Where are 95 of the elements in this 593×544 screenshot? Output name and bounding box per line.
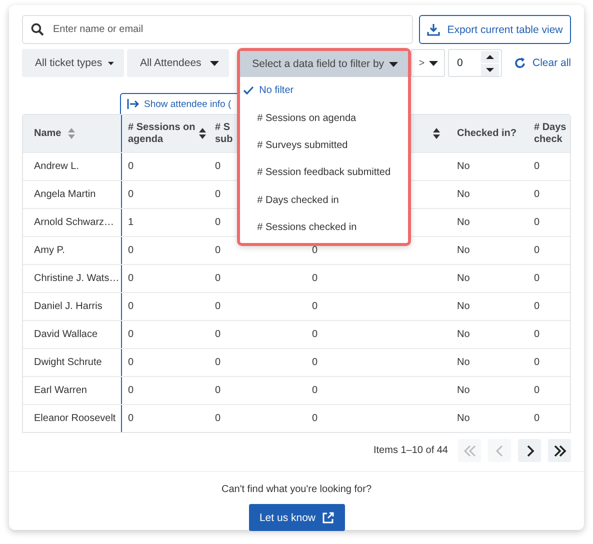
table-cell: 0 — [128, 189, 134, 200]
table-cell: 0 — [215, 357, 221, 368]
last-page-button[interactable] — [548, 439, 571, 462]
help-question: Can't find what you're looking for? — [221, 484, 372, 495]
table-cell: 0 — [215, 217, 221, 228]
field-filter-dropdown[interactable]: Select a data field to filter by — [240, 51, 408, 77]
table-cell: 0 — [312, 413, 318, 424]
table-cell: Earl Warren — [34, 385, 87, 396]
menu-option[interactable]: # Sessions checked in — [240, 214, 408, 242]
table-cell: Angela Martin — [34, 189, 96, 200]
menu-option[interactable]: # Days checked in — [240, 186, 408, 214]
table-cell: No — [457, 189, 470, 200]
table-cell: 0 — [128, 329, 134, 340]
table-cell: No — [457, 301, 470, 312]
arrow-to-bar-icon — [127, 99, 139, 109]
caret-icon — [108, 60, 114, 66]
table-cell: 1 — [128, 217, 134, 228]
table-cell: 0 — [312, 245, 318, 256]
menu-option[interactable]: # Session feedback submitted — [240, 159, 408, 187]
table-cell: No — [457, 385, 470, 396]
table-cell: 0 — [534, 189, 540, 200]
table-cell: 0 — [534, 329, 540, 340]
pagination-summary: Items 1–10 of 44 — [374, 445, 448, 456]
clear-all-link[interactable]: Clear all — [514, 57, 571, 69]
table-cell: Andrew L. — [34, 161, 80, 172]
table-cell: 0 — [128, 413, 134, 424]
search-field[interactable]: Enter name or email — [22, 15, 413, 44]
table-cell: No — [457, 217, 470, 228]
table-cell: 0 — [215, 301, 221, 312]
menu-option[interactable]: # Surveys submitted — [240, 132, 408, 160]
table-cell: No — [457, 245, 470, 256]
next-page-button[interactable] — [518, 439, 541, 462]
table-cell: No — [457, 357, 470, 368]
external-link-icon — [322, 512, 334, 524]
table-cell: 0 — [534, 273, 540, 284]
column-label: Name — [34, 128, 62, 140]
table-cell: Arnold Schwarz… — [34, 217, 114, 228]
table-cell: 0 — [128, 273, 134, 284]
table-cell: 0 — [215, 413, 221, 424]
table-cell: 0 — [128, 301, 134, 312]
table-cell: Eleanor Roosevelt — [34, 413, 116, 424]
table-cell: No — [457, 329, 470, 340]
table-cell: 0 — [312, 301, 318, 312]
sort-icon[interactable] — [199, 128, 206, 139]
caret-icon — [210, 60, 220, 66]
table-cell: 0 — [312, 273, 318, 284]
column-label: # Sessions on agenda — [128, 122, 196, 146]
export-button[interactable]: Export current table view — [419, 15, 571, 44]
double-chevron-icon — [462, 444, 476, 456]
operator-dropdown[interactable]: > — [411, 49, 445, 77]
decrement-icon[interactable] — [481, 64, 500, 76]
table-cell: 0 — [128, 161, 134, 172]
search-icon — [31, 23, 44, 36]
let-us-know-button[interactable]: Let us know — [248, 504, 344, 531]
table-cell: No — [457, 413, 470, 424]
check-icon — [243, 86, 254, 96]
increment-icon[interactable] — [481, 50, 500, 62]
refresh-icon — [514, 57, 526, 69]
double-chevron-icon — [552, 444, 566, 456]
filter-dropdown[interactable]: All ticket types — [22, 49, 124, 77]
table-cell: 0 — [128, 385, 134, 396]
table-cell: 0 — [534, 357, 540, 368]
table-cell: 0 — [215, 385, 221, 396]
table-cell: 0 — [534, 301, 540, 312]
number-field[interactable]: 0 — [448, 49, 502, 77]
table-cell: 0 — [215, 189, 221, 200]
caret-icon — [389, 62, 398, 66]
table-cell: 0 — [312, 357, 318, 368]
table-cell: 0 — [534, 413, 540, 424]
table-cell: 0 — [312, 329, 318, 340]
table-cell: 0 — [215, 329, 221, 340]
table-cell: 0 — [534, 217, 540, 228]
table-cell: 0 — [215, 245, 221, 256]
table-cell: David Wallace — [34, 329, 98, 340]
download-icon — [427, 23, 440, 36]
table-cell: No — [457, 273, 470, 284]
table-cell: Christine J. Wats… — [34, 273, 120, 284]
table-cell: No — [457, 161, 470, 172]
column-label: Checked in? — [457, 128, 516, 140]
sort-icon[interactable] — [433, 128, 440, 139]
table-cell: Daniel J. Harris — [34, 301, 102, 312]
table-cell: 0 — [128, 245, 134, 256]
column-label: # S sub — [215, 122, 233, 146]
table-cell: 0 — [534, 245, 540, 256]
caret-icon — [428, 60, 438, 66]
table-cell: 0 — [128, 357, 134, 368]
table-cell: 0 — [534, 385, 540, 396]
table-cell: Dwight Schrute — [34, 357, 102, 368]
table-cell: 0 — [534, 161, 540, 172]
table-cell: 0 — [215, 161, 221, 172]
table-cell: 0 — [215, 273, 221, 284]
column-label: # Days check — [534, 122, 566, 146]
table-cell: 0 — [312, 385, 318, 396]
filter-dropdown[interactable]: All Attendees — [127, 49, 230, 77]
table-cell: Amy P. — [34, 245, 65, 256]
